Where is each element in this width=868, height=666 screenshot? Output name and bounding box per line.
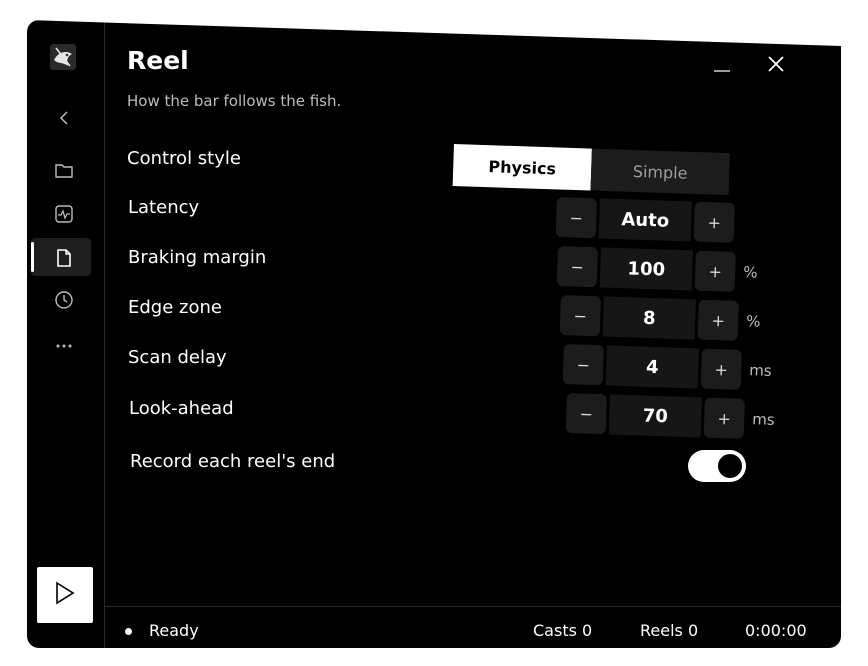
look-ahead-stepper[interactable]: − 70 + ms bbox=[565, 393, 779, 440]
look-ahead-increment-button[interactable]: + bbox=[703, 397, 745, 439]
control-style-label: Control style bbox=[127, 148, 241, 169]
play-button[interactable] bbox=[37, 567, 93, 623]
casts-count: Casts 0 bbox=[533, 621, 593, 640]
back-chevron-icon[interactable] bbox=[52, 106, 76, 130]
minimize-icon bbox=[713, 54, 731, 79]
sidebar bbox=[27, 20, 105, 648]
record-end-label: Record each reel's end bbox=[130, 451, 336, 472]
latency-decrement-button[interactable]: − bbox=[555, 197, 597, 239]
look-ahead-unit: ms bbox=[751, 410, 775, 429]
braking-margin-increment-button[interactable]: + bbox=[694, 250, 736, 292]
folder-icon[interactable] bbox=[52, 158, 76, 182]
option-physics[interactable]: Physics bbox=[452, 144, 592, 191]
close-icon bbox=[767, 54, 785, 79]
braking-margin-decrement-button[interactable]: − bbox=[556, 246, 598, 288]
latency-unit bbox=[742, 223, 768, 224]
look-ahead-decrement-button[interactable]: − bbox=[565, 393, 607, 435]
control-style-selector[interactable]: Physics Simple bbox=[452, 144, 730, 196]
status-text: Ready bbox=[149, 621, 199, 640]
scan-delay-stepper[interactable]: − 4 + ms bbox=[562, 344, 776, 391]
latency-value[interactable]: Auto bbox=[598, 198, 692, 242]
scan-delay-label: Scan delay bbox=[128, 347, 227, 368]
play-icon bbox=[54, 581, 76, 609]
option-simple[interactable]: Simple bbox=[590, 148, 730, 196]
toggle-knob bbox=[718, 454, 742, 478]
close-button[interactable] bbox=[762, 52, 790, 80]
fish-logo-icon bbox=[48, 42, 78, 72]
app-window: Reel How the bar follows the fish. Contr… bbox=[27, 20, 841, 648]
scan-delay-increment-button[interactable]: + bbox=[700, 348, 742, 390]
braking-margin-unit: % bbox=[742, 263, 758, 282]
edge-zone-stepper[interactable]: − 8 + % bbox=[559, 295, 773, 342]
latency-increment-button[interactable]: + bbox=[693, 201, 735, 243]
clock-icon[interactable] bbox=[52, 288, 76, 312]
page-title: Reel bbox=[127, 46, 189, 75]
edge-zone-unit: % bbox=[745, 312, 761, 331]
record-end-toggle[interactable] bbox=[688, 450, 746, 482]
latency-stepper[interactable]: − Auto + bbox=[555, 197, 769, 244]
braking-margin-stepper[interactable]: − 100 + % bbox=[556, 246, 770, 293]
elapsed-time: 0:00:00 bbox=[745, 621, 807, 640]
scan-delay-value[interactable]: 4 bbox=[605, 345, 699, 389]
latency-label: Latency bbox=[128, 197, 200, 218]
edge-zone-value[interactable]: 8 bbox=[602, 296, 696, 340]
braking-margin-value[interactable]: 100 bbox=[599, 247, 693, 291]
edge-zone-decrement-button[interactable]: − bbox=[559, 295, 601, 337]
more-icon[interactable] bbox=[52, 334, 76, 358]
scan-delay-unit: ms bbox=[748, 361, 772, 380]
page-subtitle: How the bar follows the fish. bbox=[127, 92, 342, 110]
activity-icon[interactable] bbox=[52, 202, 76, 226]
status-bar: Ready Casts 0 Reels 0 0:00:00 bbox=[105, 606, 841, 648]
look-ahead-value[interactable]: 70 bbox=[608, 394, 702, 438]
document-icon[interactable] bbox=[52, 246, 76, 270]
scan-delay-decrement-button[interactable]: − bbox=[562, 344, 604, 386]
edge-zone-increment-button[interactable]: + bbox=[697, 299, 739, 341]
braking-margin-label: Braking margin bbox=[128, 247, 267, 268]
reels-count: Reels 0 bbox=[640, 621, 699, 640]
edge-zone-label: Edge zone bbox=[128, 297, 222, 318]
look-ahead-label: Look-ahead bbox=[129, 398, 234, 419]
minimize-button[interactable] bbox=[708, 52, 736, 80]
status-indicator-icon bbox=[125, 628, 132, 635]
